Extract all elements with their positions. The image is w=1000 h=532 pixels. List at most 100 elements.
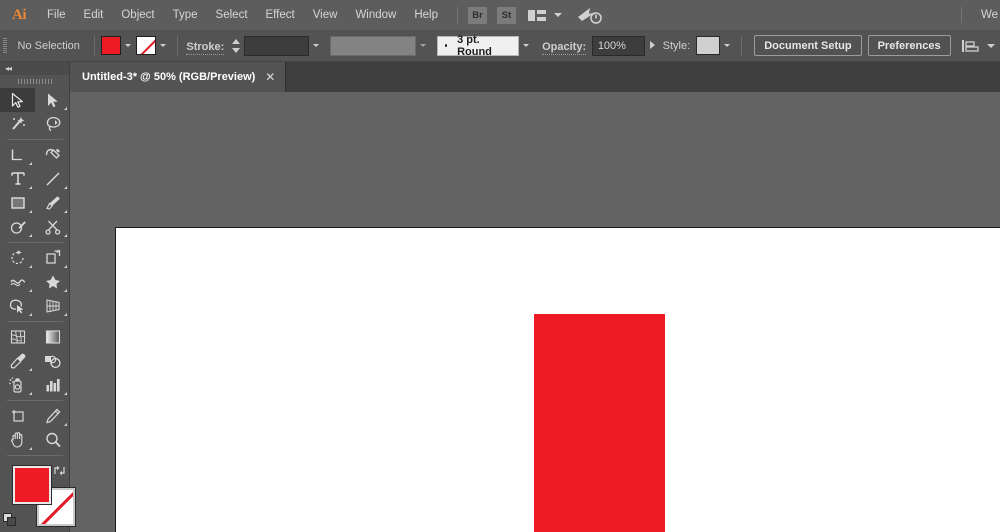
menu-file[interactable]: File <box>38 0 75 30</box>
tool-grid <box>0 88 70 459</box>
paintbrush-tool[interactable] <box>35 191 70 215</box>
brush-chevron-down-icon[interactable] <box>519 36 534 55</box>
hand-tool[interactable] <box>0 428 35 452</box>
align-chevron-down-icon[interactable] <box>985 38 996 54</box>
control-panel-grip[interactable] <box>0 30 10 62</box>
eyedropper-tool[interactable] <box>0 349 35 373</box>
magic-wand-tool[interactable] <box>0 112 35 136</box>
direct-selection-tool[interactable] <box>35 88 70 112</box>
tool-divider-5 <box>7 455 63 456</box>
menu-type[interactable]: Type <box>164 0 207 30</box>
tools-panel-header[interactable]: ◂◂ <box>0 62 69 75</box>
width-tool[interactable] <box>0 270 35 294</box>
collapse-panel-icon[interactable]: ◂◂ <box>5 64 12 73</box>
rotate-tool[interactable] <box>0 246 35 270</box>
menubar-divider <box>457 6 458 24</box>
artboard[interactable] <box>115 227 1000 532</box>
arrange-chevron-down-icon[interactable] <box>552 7 564 23</box>
selection-status-label: No Selection <box>17 39 80 52</box>
scissors-tool[interactable] <box>35 215 70 239</box>
preferences-button[interactable]: Preferences <box>867 35 951 56</box>
menu-window[interactable]: Window <box>346 0 405 30</box>
menu-help[interactable]: Help <box>405 0 447 30</box>
brush-definition-label: 3 pt. Round <box>457 33 492 58</box>
shape-builder-tool[interactable] <box>0 294 35 318</box>
artboard-tool[interactable] <box>0 404 35 428</box>
document-setup-button[interactable]: Document Setup <box>754 35 862 56</box>
arrange-documents-icon[interactable] <box>528 7 548 23</box>
style-label: Style: <box>662 39 691 52</box>
selection-tool[interactable] <box>0 88 35 112</box>
fill-color-swatch[interactable] <box>100 36 121 55</box>
variable-width-chevron-down-icon[interactable] <box>416 36 431 55</box>
style-chevron-down-icon[interactable] <box>720 36 735 55</box>
opacity-input[interactable]: 100% <box>591 35 646 56</box>
column-graph-tool[interactable] <box>35 373 70 397</box>
stock-search-icon[interactable] <box>576 5 602 25</box>
variable-width-profile-input[interactable] <box>329 35 416 56</box>
opacity-label[interactable]: Opacity: <box>542 40 587 55</box>
menu-object[interactable]: Object <box>112 0 163 30</box>
lasso-tool[interactable] <box>35 112 70 136</box>
flyout-indicator-icon <box>64 210 67 213</box>
stroke-color-swatch[interactable] <box>136 36 157 55</box>
perspective-grid-tool[interactable] <box>35 294 70 318</box>
flyout-indicator-icon <box>64 265 67 268</box>
menu-edit[interactable]: Edit <box>75 0 113 30</box>
stroke-weight-input[interactable] <box>243 35 309 56</box>
default-fill-stroke-icon[interactable] <box>3 513 18 528</box>
type-tool[interactable] <box>0 167 35 191</box>
stroke-weight-stepper[interactable] <box>230 36 241 56</box>
menu-bar: Ai File Edit Object Type Select Effect V… <box>0 0 1000 30</box>
slice-tool[interactable] <box>35 404 70 428</box>
blend-tool[interactable] <box>35 349 70 373</box>
fill-swatch[interactable] <box>12 465 52 505</box>
pen-tool[interactable] <box>0 143 35 167</box>
flyout-indicator-icon <box>29 265 32 268</box>
bridge-button[interactable]: Br <box>468 6 487 24</box>
tool-divider-2 <box>7 242 63 243</box>
flyout-indicator-icon <box>29 210 32 213</box>
zoom-tool[interactable] <box>35 428 70 452</box>
flyout-indicator-icon <box>29 162 32 165</box>
rectangle-tool[interactable] <box>0 191 35 215</box>
canvas-area[interactable] <box>70 92 1000 532</box>
free-transform-tool[interactable] <box>35 270 70 294</box>
stroke-weight-label[interactable]: Stroke: <box>186 40 225 55</box>
curvature-tool[interactable] <box>35 143 70 167</box>
flyout-indicator-icon <box>29 313 32 316</box>
stock-button[interactable]: St <box>497 6 516 24</box>
flyout-indicator-icon <box>64 423 67 426</box>
red-rectangle[interactable] <box>534 314 665 532</box>
menu-view[interactable]: View <box>304 0 347 30</box>
document-tab[interactable]: Untitled-3* @ 50% (RGB/Preview) ✕ <box>70 62 287 92</box>
menu-effect[interactable]: Effect <box>257 0 304 30</box>
workspace-switcher[interactable]: We <box>981 0 1000 30</box>
app-logo-icon: Ai <box>12 6 27 23</box>
line-segment-tool[interactable] <box>35 167 70 191</box>
swap-fill-stroke-icon[interactable] <box>53 464 66 477</box>
graphic-style-swatch[interactable] <box>696 36 721 55</box>
scale-tool[interactable] <box>35 246 70 270</box>
symbol-sprayer-tool[interactable] <box>0 373 35 397</box>
document-tab-bar: Untitled-3* @ 50% (RGB/Preview) ✕ <box>0 62 1000 92</box>
opacity-flyout-icon[interactable] <box>645 36 660 56</box>
flyout-indicator-icon <box>29 186 32 189</box>
control-panel: No Selection Stroke: 3 pt. Round Opacity… <box>0 30 1000 62</box>
stroke-chevron-down-icon[interactable] <box>156 36 171 55</box>
tools-panel: ◂◂ <box>0 62 76 532</box>
shaper-tool[interactable] <box>0 215 35 239</box>
flyout-indicator-icon <box>29 234 32 237</box>
brush-definition-input[interactable]: 3 pt. Round <box>436 33 520 58</box>
menu-select[interactable]: Select <box>207 0 257 30</box>
document-tab-title: Untitled-3* @ 50% (RGB/Preview) <box>82 71 256 83</box>
stroke-weight-chevron-down-icon[interactable] <box>309 36 324 55</box>
gradient-tool[interactable] <box>35 325 70 349</box>
fill-chevron-down-icon[interactable] <box>121 36 136 55</box>
tool-divider-4 <box>7 400 63 401</box>
control-divider-1 <box>93 35 95 56</box>
align-icon[interactable] <box>961 37 981 55</box>
close-icon[interactable]: ✕ <box>261 62 279 92</box>
tools-panel-grip[interactable] <box>0 75 69 88</box>
mesh-tool[interactable] <box>0 325 35 349</box>
